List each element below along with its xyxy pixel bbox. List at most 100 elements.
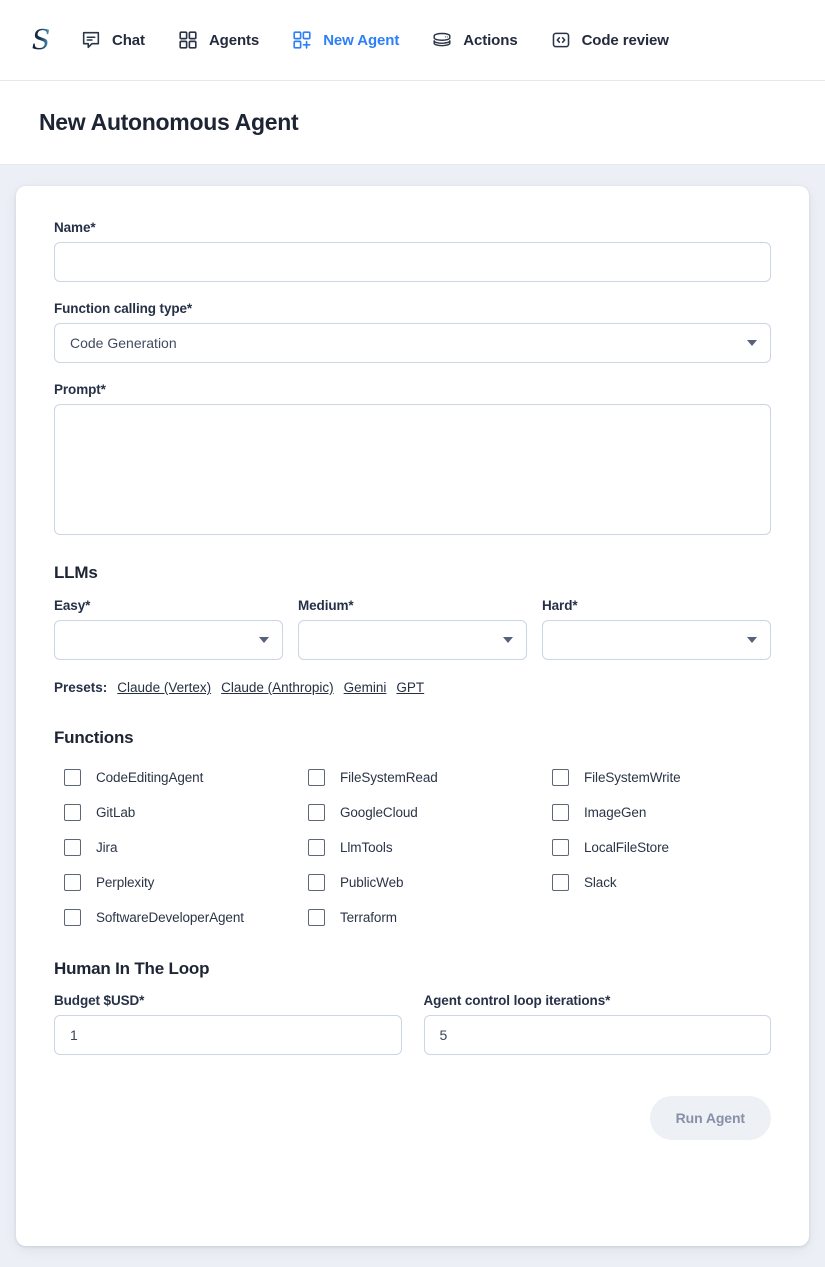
checkbox-icon[interactable] bbox=[308, 839, 325, 856]
function-calling-type-select[interactable]: Code Generation bbox=[54, 323, 771, 363]
checkbox-icon[interactable] bbox=[64, 839, 81, 856]
checkbox-icon[interactable] bbox=[308, 769, 325, 786]
checkbox-icon[interactable] bbox=[64, 874, 81, 891]
field-prompt: Prompt* bbox=[54, 382, 771, 540]
form-actions: Run Agent bbox=[54, 1096, 771, 1140]
function-checkbox-googlecloud[interactable]: GoogleCloud bbox=[298, 804, 542, 821]
function-label: Terraform bbox=[340, 910, 397, 925]
checkbox-icon[interactable] bbox=[64, 909, 81, 926]
function-label: GoogleCloud bbox=[340, 805, 418, 820]
checkbox-icon[interactable] bbox=[308, 909, 325, 926]
label-prompt: Prompt* bbox=[54, 382, 106, 397]
llm-presets: Presets: Claude (Vertex) Claude (Anthrop… bbox=[54, 680, 771, 695]
function-label: FileSystemRead bbox=[340, 770, 438, 785]
name-input[interactable] bbox=[54, 242, 771, 282]
function-checkbox-terraform[interactable]: Terraform bbox=[298, 909, 542, 926]
hitl-heading: Human In The Loop bbox=[54, 959, 210, 978]
field-name: Name* bbox=[54, 220, 771, 282]
function-label: Slack bbox=[584, 875, 617, 890]
server-stack-icon bbox=[431, 29, 453, 51]
functions-grid-spacer bbox=[542, 909, 771, 926]
field-llm-hard: Hard* bbox=[542, 598, 771, 660]
function-label: LocalFileStore bbox=[584, 840, 669, 855]
section-human-in-the-loop: Human In The Loop Budget $USD* Agent con… bbox=[54, 959, 771, 1055]
function-label: CodeEditingAgent bbox=[96, 770, 204, 785]
prompt-textarea[interactable] bbox=[54, 404, 771, 535]
page-title: New Autonomous Agent bbox=[39, 109, 299, 135]
nav-item-new-agent[interactable]: New Agent bbox=[291, 29, 399, 51]
checkbox-icon[interactable] bbox=[552, 804, 569, 821]
preset-claude-anthropic[interactable]: Claude (Anthropic) bbox=[221, 680, 334, 695]
label-name: Name* bbox=[54, 220, 96, 235]
nav-item-agents[interactable]: Agents bbox=[177, 29, 259, 51]
function-checkbox-perplexity[interactable]: Perplexity bbox=[54, 874, 298, 891]
iterations-input[interactable] bbox=[423, 1015, 771, 1055]
function-checkbox-filesystemread[interactable]: FileSystemRead bbox=[298, 769, 542, 786]
grid-plus-icon bbox=[291, 29, 313, 51]
checkbox-icon[interactable] bbox=[64, 769, 81, 786]
llm-hard-select[interactable] bbox=[542, 620, 771, 660]
function-label: SoftwareDeveloperAgent bbox=[96, 910, 244, 925]
llms-heading: LLMs bbox=[54, 563, 98, 582]
section-functions: Functions CodeEditingAgent FileSystemRea… bbox=[54, 728, 771, 926]
label-llm-medium: Medium* bbox=[298, 598, 354, 613]
checkbox-icon[interactable] bbox=[552, 874, 569, 891]
function-checkbox-localfilestore[interactable]: LocalFileStore bbox=[542, 839, 771, 856]
new-agent-form-card: Name* Function calling type* Code Genera… bbox=[16, 186, 809, 1246]
field-budget: Budget $USD* bbox=[54, 993, 402, 1055]
function-checkbox-gitlab[interactable]: GitLab bbox=[54, 804, 298, 821]
function-checkbox-llmtools[interactable]: LlmTools bbox=[298, 839, 542, 856]
field-llm-easy: Easy* bbox=[54, 598, 283, 660]
label-llm-hard: Hard* bbox=[542, 598, 578, 613]
field-function-calling-type: Function calling type* Code Generation bbox=[54, 301, 771, 363]
checkbox-icon[interactable] bbox=[64, 804, 81, 821]
function-label: Jira bbox=[96, 840, 118, 855]
function-checkbox-publicweb[interactable]: PublicWeb bbox=[298, 874, 542, 891]
chevron-down-icon bbox=[503, 637, 513, 643]
label-iterations: Agent control loop iterations* bbox=[423, 993, 611, 1008]
presets-label: Presets: bbox=[54, 680, 108, 695]
function-checkbox-slack[interactable]: Slack bbox=[542, 874, 771, 891]
preset-gpt[interactable]: GPT bbox=[396, 680, 424, 695]
top-navigation-bar: S Chat Agents New Agent Actions Code rev… bbox=[0, 0, 825, 81]
label-llm-easy: Easy* bbox=[54, 598, 91, 613]
nav-label-new-agent: New Agent bbox=[323, 31, 400, 49]
preset-claude-vertex[interactable]: Claude (Vertex) bbox=[117, 680, 211, 695]
grid-icon bbox=[177, 29, 199, 51]
function-checkbox-filesystemwrite[interactable]: FileSystemWrite bbox=[542, 769, 771, 786]
checkbox-icon[interactable] bbox=[308, 804, 325, 821]
label-function-calling-type: Function calling type* bbox=[54, 301, 193, 316]
nav-label-agents: Agents bbox=[208, 31, 260, 49]
llm-easy-select[interactable] bbox=[54, 620, 283, 660]
llm-medium-select[interactable] bbox=[298, 620, 527, 660]
function-checkbox-softwaredeveloperagent[interactable]: SoftwareDeveloperAgent bbox=[54, 909, 298, 926]
chevron-down-icon bbox=[259, 637, 269, 643]
function-checkbox-jira[interactable]: Jira bbox=[54, 839, 298, 856]
budget-input[interactable] bbox=[54, 1015, 402, 1055]
field-llm-medium: Medium* bbox=[298, 598, 527, 660]
nav-item-chat[interactable]: Chat bbox=[80, 29, 145, 51]
function-label: GitLab bbox=[96, 805, 136, 820]
run-agent-button[interactable]: Run Agent bbox=[649, 1096, 771, 1140]
functions-checkbox-grid: CodeEditingAgent FileSystemRead FileSyst… bbox=[54, 769, 771, 926]
functions-heading: Functions bbox=[54, 728, 134, 747]
function-checkbox-codeeditingagent[interactable]: CodeEditingAgent bbox=[54, 769, 298, 786]
label-budget: Budget $USD* bbox=[54, 993, 145, 1008]
svg-text:S: S bbox=[32, 25, 51, 56]
checkbox-icon[interactable] bbox=[552, 839, 569, 856]
preset-gemini[interactable]: Gemini bbox=[344, 680, 387, 695]
function-calling-type-value: Code Generation bbox=[70, 335, 177, 351]
sophia-logo[interactable]: S bbox=[24, 20, 58, 60]
chevron-down-icon bbox=[747, 340, 757, 346]
function-label: FileSystemWrite bbox=[584, 770, 681, 785]
checkbox-icon[interactable] bbox=[308, 874, 325, 891]
nav-item-code-review[interactable]: Code review bbox=[550, 29, 669, 51]
function-checkbox-imagegen[interactable]: ImageGen bbox=[542, 804, 771, 821]
checkbox-icon[interactable] bbox=[552, 769, 569, 786]
section-llms: LLMs Easy* Medium* Hard* Presets: Claude… bbox=[54, 563, 771, 695]
nav-item-actions[interactable]: Actions bbox=[431, 29, 518, 51]
nav-label-code-review: Code review bbox=[581, 31, 669, 49]
page-header: New Autonomous Agent bbox=[0, 81, 825, 165]
nav-label-actions: Actions bbox=[463, 31, 518, 49]
chat-bubble-icon bbox=[80, 29, 102, 51]
